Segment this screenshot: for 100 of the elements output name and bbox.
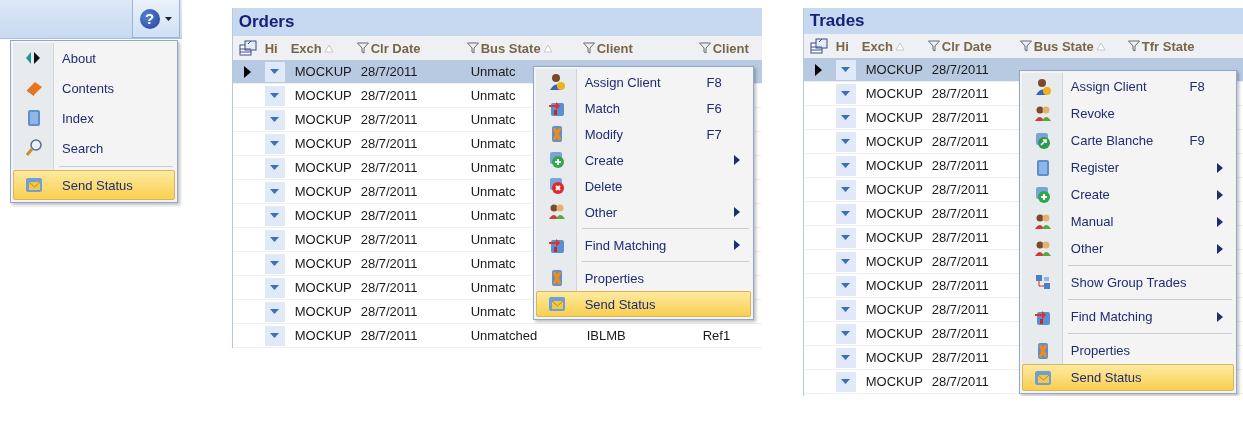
menu-item[interactable]: Show Group Trades bbox=[1021, 262, 1234, 296]
row-dropdown-button[interactable] bbox=[835, 203, 856, 224]
row-dropdown-button[interactable] bbox=[835, 83, 856, 104]
column-chooser-icon[interactable] bbox=[809, 38, 828, 54]
row-dropdown-button[interactable] bbox=[835, 155, 856, 176]
menu-item[interactable]: About bbox=[13, 43, 175, 73]
caret-icon bbox=[841, 163, 851, 168]
row-dropdown-button[interactable] bbox=[264, 61, 285, 82]
caret-icon bbox=[270, 117, 280, 122]
table-cell: MOCKUP bbox=[294, 112, 352, 127]
column-header[interactable]: Bus State bbox=[1033, 38, 1094, 54]
row-dropdown-button[interactable] bbox=[835, 179, 856, 200]
row-dropdown-button[interactable] bbox=[264, 85, 285, 106]
submenu-arrow-icon bbox=[1216, 162, 1223, 173]
row-dropdown-button[interactable] bbox=[835, 251, 856, 272]
people-icon bbox=[1033, 212, 1052, 231]
envelope-icon bbox=[1033, 368, 1052, 387]
menu-item[interactable]: Manual bbox=[1021, 208, 1234, 235]
search-icon bbox=[25, 139, 43, 157]
row-dropdown-button[interactable] bbox=[264, 301, 285, 322]
caret-icon bbox=[841, 91, 851, 96]
table-cell: MOCKUP bbox=[865, 350, 923, 365]
panel-title: Trades bbox=[803, 8, 1243, 34]
table-cell: 28/7/2011 bbox=[931, 62, 989, 77]
table-cell: 28/7/2011 bbox=[931, 182, 989, 197]
filter-icon[interactable] bbox=[698, 42, 711, 54]
filter-icon[interactable] bbox=[356, 42, 369, 54]
menu-item[interactable]: Find Matching bbox=[1021, 296, 1234, 330]
row-dropdown-button[interactable] bbox=[835, 131, 856, 152]
grid-row[interactable]: MOCKUP 28/7/2011 Unmatched IBLMB Ref1 bbox=[232, 324, 762, 348]
menu-item[interactable]: Revoke bbox=[1021, 100, 1234, 127]
row-dropdown-button[interactable] bbox=[835, 371, 856, 392]
row-dropdown-button[interactable] bbox=[264, 181, 285, 202]
row-dropdown-button[interactable] bbox=[835, 347, 856, 368]
column-header[interactable]: Bus State bbox=[480, 40, 541, 56]
caret-icon bbox=[841, 139, 851, 144]
plus-circle-icon bbox=[1033, 185, 1052, 204]
column-header[interactable]: Hi bbox=[835, 38, 849, 54]
filter-icon[interactable] bbox=[582, 42, 595, 54]
column-header[interactable]: Exch bbox=[861, 38, 893, 54]
menu-item[interactable]: Send Status bbox=[1021, 364, 1234, 391]
row-dropdown-button[interactable] bbox=[264, 229, 285, 250]
table-cell: 28/7/2011 bbox=[931, 206, 989, 221]
column-header[interactable]: Client bbox=[712, 40, 749, 56]
row-dropdown-button[interactable] bbox=[264, 325, 285, 346]
table-cell: Unmatc bbox=[470, 256, 516, 271]
caret-icon bbox=[270, 285, 280, 290]
menu-item[interactable]: Assign Client F8 bbox=[1021, 73, 1234, 100]
table-cell: Unmatc bbox=[470, 160, 516, 175]
help-button[interactable]: ? bbox=[131, 0, 180, 38]
arrow-circle-icon bbox=[1033, 131, 1052, 150]
menu-item[interactable]: Send Status bbox=[535, 291, 751, 317]
menu-item[interactable]: Search bbox=[13, 133, 175, 163]
row-dropdown-button[interactable] bbox=[835, 227, 856, 248]
menu-item[interactable]: Properties bbox=[1021, 330, 1234, 364]
menu-item[interactable]: Carte Blanche F9 bbox=[1021, 127, 1234, 154]
filter-icon[interactable] bbox=[466, 42, 479, 54]
shortcut-label: F9 bbox=[1188, 133, 1206, 148]
menu-item[interactable]: Contents bbox=[13, 73, 175, 103]
column-header[interactable]: Hi bbox=[264, 40, 278, 56]
table-cell: 28/7/2011 bbox=[931, 278, 989, 293]
caret-icon bbox=[841, 283, 851, 288]
caret-icon bbox=[164, 16, 172, 21]
caret-icon bbox=[841, 67, 851, 72]
row-dropdown-button[interactable] bbox=[835, 107, 856, 128]
panel-title: Orders bbox=[232, 8, 762, 36]
submenu-arrow-icon bbox=[733, 207, 740, 217]
filter-icon[interactable] bbox=[927, 40, 940, 52]
row-dropdown-button[interactable] bbox=[835, 59, 856, 80]
caret-icon bbox=[841, 379, 851, 384]
people-icon bbox=[1033, 239, 1052, 258]
menu-item[interactable]: Create bbox=[1021, 181, 1234, 208]
column-header[interactable]: Clr Date bbox=[941, 38, 992, 54]
menu-item[interactable]: Index bbox=[13, 103, 175, 133]
column-header[interactable]: Client bbox=[596, 40, 633, 56]
row-dropdown-button[interactable] bbox=[264, 277, 285, 298]
row-dropdown-button[interactable] bbox=[835, 275, 856, 296]
caret-icon bbox=[270, 141, 280, 146]
menu-item[interactable]: Other bbox=[1021, 235, 1234, 262]
filter-icon[interactable] bbox=[1127, 40, 1140, 52]
row-dropdown-button[interactable] bbox=[264, 133, 285, 154]
row-dropdown-button[interactable] bbox=[264, 253, 285, 274]
caret-icon bbox=[270, 93, 280, 98]
row-dropdown-button[interactable] bbox=[835, 299, 856, 320]
table-cell: MOCKUP bbox=[865, 206, 923, 221]
row-dropdown-button[interactable] bbox=[264, 109, 285, 130]
menu-item[interactable]: Register bbox=[1021, 154, 1234, 181]
table-cell: MOCKUP bbox=[294, 232, 352, 247]
column-chooser-icon[interactable] bbox=[238, 40, 257, 56]
table-cell: Unmatched bbox=[470, 328, 538, 343]
column-header[interactable]: Clr Date bbox=[370, 40, 421, 56]
filter-icon[interactable] bbox=[1019, 40, 1032, 52]
column-header[interactable]: Exch bbox=[290, 40, 322, 56]
row-dropdown-button[interactable] bbox=[264, 205, 285, 226]
table-cell: MOCKUP bbox=[294, 88, 352, 103]
column-header[interactable]: Tfr State bbox=[1141, 38, 1195, 54]
table-cell: MOCKUP bbox=[865, 86, 923, 101]
row-dropdown-button[interactable] bbox=[264, 157, 285, 178]
row-dropdown-button[interactable] bbox=[835, 323, 856, 344]
book-icon bbox=[25, 79, 43, 97]
